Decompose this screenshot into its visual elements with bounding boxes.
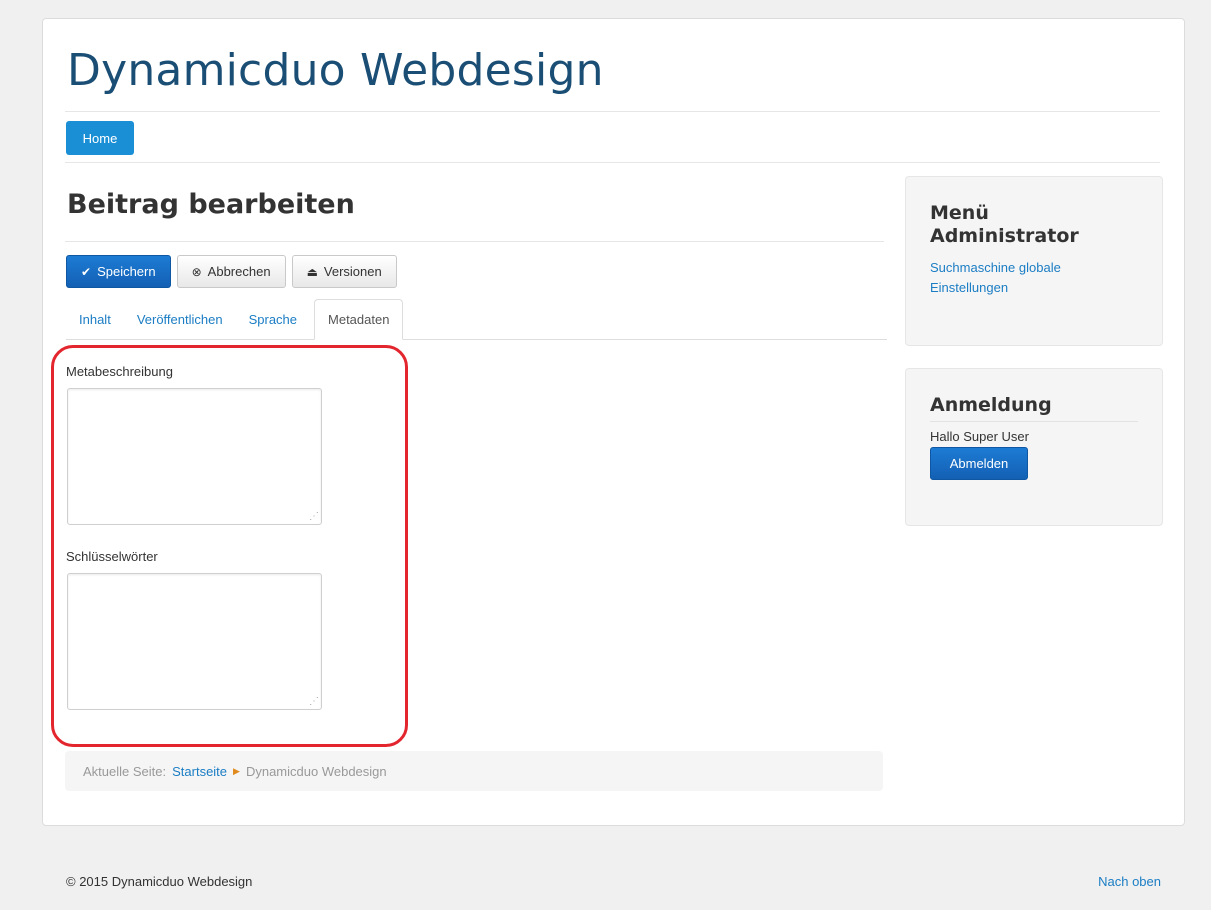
login-greeting: Hallo Super User	[930, 429, 1029, 444]
footer-copyright: © 2015 Dynamicduo Webdesign	[66, 874, 253, 889]
editor-tabs: Inhalt Veröffentlichen Sprache Metadaten	[66, 299, 887, 340]
edit-toolbar: ✔ Speichern ⊗ Abbrechen ⏏ Versionen	[66, 255, 397, 288]
login-title: Anmeldung	[930, 394, 1052, 416]
breadcrumb-current: Dynamicduo Webdesign	[245, 763, 387, 779]
page-container: Dynamicduo Webdesign Home Beitrag bearbe…	[42, 18, 1185, 826]
versions-button-label: Versionen	[323, 264, 382, 279]
nav-divider	[65, 162, 1160, 163]
cancel-button[interactable]: ⊗ Abbrechen	[176, 255, 286, 288]
heading-divider	[65, 241, 884, 242]
admin-menu-title: Menü Administrator	[930, 202, 1079, 247]
tab-veroeffentlichen[interactable]: Veröffentlichen	[124, 299, 236, 340]
back-to-top-link[interactable]: Nach oben	[1098, 874, 1161, 889]
save-button[interactable]: ✔ Speichern	[66, 255, 171, 288]
save-button-label: Speichern	[97, 264, 156, 279]
login-panel: Anmeldung Hallo Super User Abmelden	[905, 368, 1163, 526]
cancel-circle-icon: ⊗	[191, 264, 202, 279]
header-divider	[65, 111, 1160, 112]
login-divider	[930, 421, 1138, 422]
versions-button[interactable]: ⏏ Versionen	[291, 255, 397, 288]
tab-metadaten[interactable]: Metadaten	[314, 299, 404, 340]
page-title: Beitrag bearbeiten	[67, 189, 355, 220]
nav-home-button[interactable]: Home	[66, 121, 134, 155]
breadcrumb: Aktuelle Seite: Startseite ▶ Dynamicduo …	[65, 751, 883, 791]
breadcrumb-prefix: Aktuelle Seite:	[83, 763, 167, 779]
global-search-settings-link[interactable]: Suchmaschine globale Einstellungen	[930, 258, 1100, 298]
tab-inhalt[interactable]: Inhalt	[66, 299, 124, 340]
archive-icon: ⏏	[306, 264, 318, 279]
logout-button[interactable]: Abmelden	[930, 447, 1028, 480]
breadcrumb-separator-icon: ▶	[233, 765, 240, 776]
breadcrumb-link-home[interactable]: Startseite	[172, 764, 227, 779]
checkmark-icon: ✔	[81, 264, 92, 279]
highlight-annotation	[51, 345, 408, 747]
site-title[interactable]: Dynamicduo Webdesign	[67, 45, 604, 96]
admin-menu-panel: Menü Administrator Suchmaschine globale …	[905, 176, 1163, 346]
cancel-button-label: Abbrechen	[207, 264, 271, 279]
tab-sprache[interactable]: Sprache	[236, 299, 310, 340]
